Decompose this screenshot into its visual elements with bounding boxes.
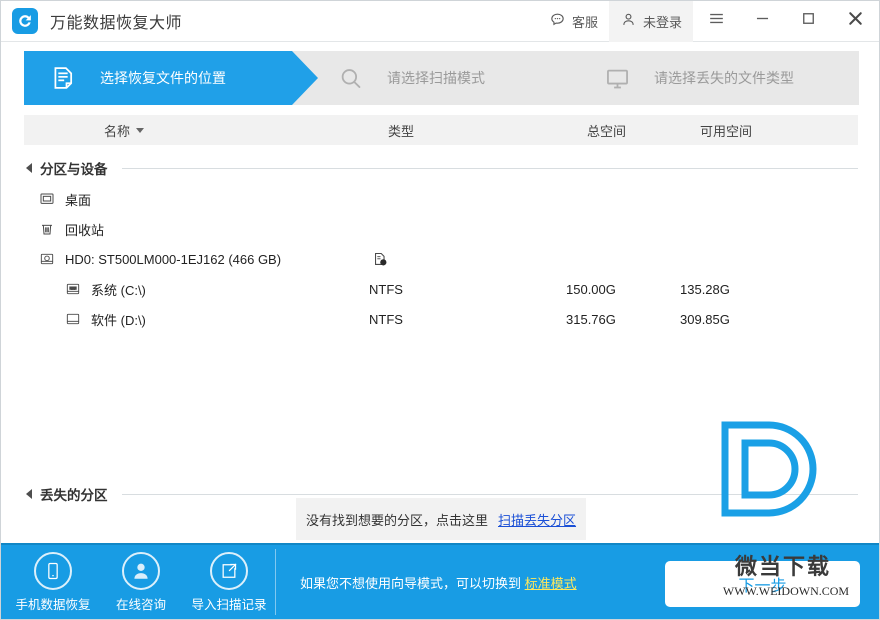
step-wizard: 选择恢复文件的位置 请选择扫描模式 请选择丢失的文件类型 [24,51,859,105]
step-3-label: 请选择丢失的文件类型 [654,70,794,86]
column-header-total-space[interactable]: 总空间 [587,121,626,140]
import-icon [210,551,248,590]
device-tree: 桌面 回收站 HD0: ST500LM000-1EJ162 (466 GB) O… [24,184,858,334]
login-label: 未登录 [642,14,682,30]
row-free-space: 135.28G [680,281,730,297]
app-logo-icon [12,8,38,34]
menu-button[interactable] [693,1,739,42]
row-name: 软件 (D:\) [91,312,146,328]
minimize-button[interactable] [739,1,785,42]
next-step-label: 下一步 [738,578,787,595]
bottom-action-bar: 手机数据恢复 在线咨询 导入扫描记录 如果您不想使用向导模式，可以切换到 标准模… [1,543,879,619]
title-bar: 万能数据恢复大师 客服 未登录 [1,1,879,42]
online-consultation-label: 在线咨询 [115,597,166,612]
search-icon [333,61,367,95]
sort-caret-down-icon[interactable] [136,127,145,133]
row-name: HD0: ST500LM000-1EJ162 (466 GB) [65,251,282,267]
row-total-space: 315.76G [566,311,616,327]
customer-service-label: 客服 [571,14,598,30]
person-icon [122,551,160,590]
recycle-bin-icon [38,220,56,238]
row-name: 系统 (C:\) [91,282,146,298]
application-window: 万能数据恢复大师 客服 未登录 选择恢复文件的位置 请选择扫描模式 请选择丢失的… [0,0,880,620]
table-row[interactable]: 回收站 [24,214,858,244]
column-header-name[interactable]: 名称 [104,121,145,140]
customer-service-button[interactable]: 客服 [538,1,609,42]
group-divider [121,167,858,169]
row-name: 桌面 [65,192,92,208]
collapse-caret-icon[interactable] [26,163,32,173]
close-button[interactable] [831,1,879,42]
table-row[interactable]: 桌面 [24,184,858,214]
maximize-button[interactable] [785,1,831,42]
collapse-caret-icon[interactable] [26,489,32,499]
chat-bubble-icon [549,11,566,31]
group-header-devices[interactable]: 分区与设备 [24,158,858,178]
row-type: NTFS [369,311,403,327]
row-free-space: 309.85G [680,311,730,327]
group-lost-label: 丢失的分区 [40,488,108,503]
row-total-space: 150.00G [566,281,616,297]
column-header-type[interactable]: 类型 [388,121,414,140]
os-drive-icon: OS [64,280,82,298]
wizard-hint-text: 如果您不想使用向导模式，可以切换到 [300,575,522,591]
standard-mode-link[interactable]: 标准模式 [525,576,577,591]
row-type: NTFS [369,281,403,297]
maximize-icon [799,9,818,33]
import-scan-record-button[interactable]: 导入扫描记录 [185,551,273,613]
step-select-file-type[interactable]: 请选择丢失的文件类型 [558,51,859,105]
disk-info-badge-icon[interactable] [372,251,389,268]
scan-lost-partition-link[interactable]: 扫描丢失分区 [498,510,576,529]
user-icon [620,11,637,31]
group-devices-label: 分区与设备 [40,162,108,177]
hard-disk-icon [38,250,56,268]
hamburger-menu-icon [707,9,726,33]
lost-partition-section: 丢失的分区 没有找到想要的分区，点击这里 扫描丢失分区 [1,471,879,540]
import-scan-record-label: 导入扫描记录 [191,597,267,612]
next-step-button[interactable]: 下一步 [665,561,860,607]
online-consultation-button[interactable]: 在线咨询 [97,551,185,613]
column-name-label: 名称 [104,123,131,139]
step-select-location[interactable]: 选择恢复文件的位置 [24,51,318,105]
drive-icon [64,310,82,328]
phone-icon [34,551,72,590]
step-select-scan-mode[interactable]: 请选择扫描模式 [291,51,585,105]
monitor-icon [600,61,634,95]
desktop-icon [38,190,56,208]
phone-data-recovery-button[interactable]: 手机数据恢复 [9,551,97,613]
step-1-chevron [292,51,318,105]
document-icon [46,61,80,95]
step-2-chevron [559,51,585,105]
phone-data-recovery-label: 手机数据恢复 [15,597,91,612]
table-row[interactable]: HD0: ST500LM000-1EJ162 (466 GB) [24,244,858,274]
notice-text: 没有找到想要的分区，点击这里 [305,512,488,528]
table-row[interactable]: 软件 (D:\) NTFS 315.76G 309.85G [24,304,858,334]
group-divider [121,493,858,495]
column-header-free-space[interactable]: 可用空间 [700,121,752,140]
table-column-header: 名称 类型 总空间 可用空间 [24,115,858,145]
svg-text:OS: OS [71,286,76,290]
table-row[interactable]: OS 系统 (C:\) NTFS 150.00G 135.28G [24,274,858,304]
close-icon [845,8,866,34]
minimize-icon [753,9,772,33]
step-2-label: 请选择扫描模式 [387,70,485,86]
lost-partition-notice: 没有找到想要的分区，点击这里 扫描丢失分区 [296,498,586,540]
row-name: 回收站 [65,222,105,238]
login-button[interactable]: 未登录 [608,1,693,42]
step-1-label: 选择恢复文件的位置 [100,70,226,86]
bottom-divider [275,549,276,615]
wizard-mode-hint: 如果您不想使用向导模式，可以切换到 标准模式 [300,573,577,592]
app-title: 万能数据恢复大师 [50,15,183,32]
